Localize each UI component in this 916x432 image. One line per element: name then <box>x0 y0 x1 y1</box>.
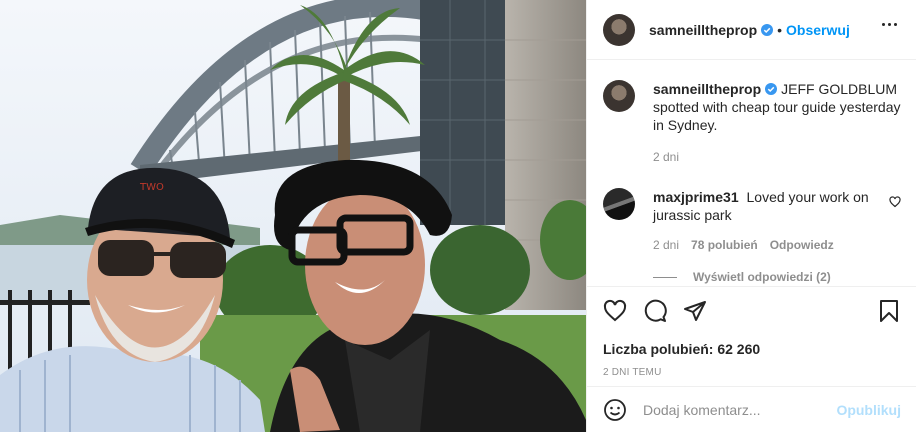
comment-age: 2 dni <box>653 238 680 252</box>
comment-input[interactable] <box>643 401 837 418</box>
instagram-post: TWO samneilltheprop • Obserwuj samneillt… <box>0 0 916 432</box>
author-avatar[interactable] <box>603 13 635 46</box>
post-photo[interactable]: TWO <box>0 0 586 432</box>
comment-text-block: maxjprime31 Loved your work on jurassic … <box>653 188 881 224</box>
comments-section[interactable]: samneilltheprop JEFF GOLDBLUM spotted wit… <box>587 60 916 286</box>
comment-likes-count[interactable]: 78 polubień <box>691 238 758 252</box>
view-replies-label: Wyświetl odpowiedzi (2) <box>693 270 831 284</box>
post-sidebar: samneilltheprop • Obserwuj samneillthepr… <box>586 0 916 432</box>
verified-badge-icon <box>765 83 778 95</box>
comment-like-heart-icon[interactable] <box>889 196 901 208</box>
header-separator: • <box>777 21 783 38</box>
more-options-icon[interactable] <box>877 12 901 36</box>
replies-divider <box>653 276 677 278</box>
comment-meta: 2 dni 78 polubień Odpowiedz <box>653 238 901 252</box>
verified-badge-icon <box>761 23 774 36</box>
cap-logo-text: TWO <box>139 182 164 193</box>
comment-row: maxjprime31 Loved your work on jurassic … <box>603 188 901 224</box>
bookmark-icon[interactable] <box>877 299 901 323</box>
post-header: samneilltheprop • Obserwuj <box>587 0 916 60</box>
caption-meta: 2 dni <box>653 150 901 164</box>
comment-reply-button[interactable]: Odpowiedz <box>770 238 834 252</box>
emoji-icon[interactable] <box>603 398 627 422</box>
caption-username[interactable]: samneilltheprop <box>653 81 761 97</box>
commenter-avatar[interactable] <box>603 188 635 220</box>
heart-icon[interactable] <box>603 299 627 323</box>
view-replies-button[interactable]: Wyświetl odpowiedzi (2) <box>653 270 901 284</box>
caption-avatar[interactable] <box>603 80 635 112</box>
caption-age: 2 dni <box>653 150 680 164</box>
caption-row: samneilltheprop JEFF GOLDBLUM spotted wit… <box>603 80 901 134</box>
photo-illustration: TWO <box>0 0 586 432</box>
comment-icon[interactable] <box>643 299 667 323</box>
action-icons-row <box>603 297 901 325</box>
post-actions: Liczba polubień: 62 260 2 DNI TEMU <box>587 286 916 396</box>
publish-button[interactable]: Opublikuj <box>836 402 901 418</box>
share-icon[interactable] <box>683 299 707 323</box>
follow-button[interactable]: Obserwuj <box>786 22 850 38</box>
add-comment-bar: Opublikuj <box>587 386 916 432</box>
likes-count[interactable]: Liczba polubień: 62 260 <box>603 341 901 357</box>
comment-username[interactable]: maxjprime31 <box>653 189 739 205</box>
author-username[interactable]: samneilltheprop <box>649 22 757 38</box>
caption-text-block: samneilltheprop JEFF GOLDBLUM spotted wit… <box>653 80 901 134</box>
post-date[interactable]: 2 DNI TEMU <box>603 367 901 378</box>
